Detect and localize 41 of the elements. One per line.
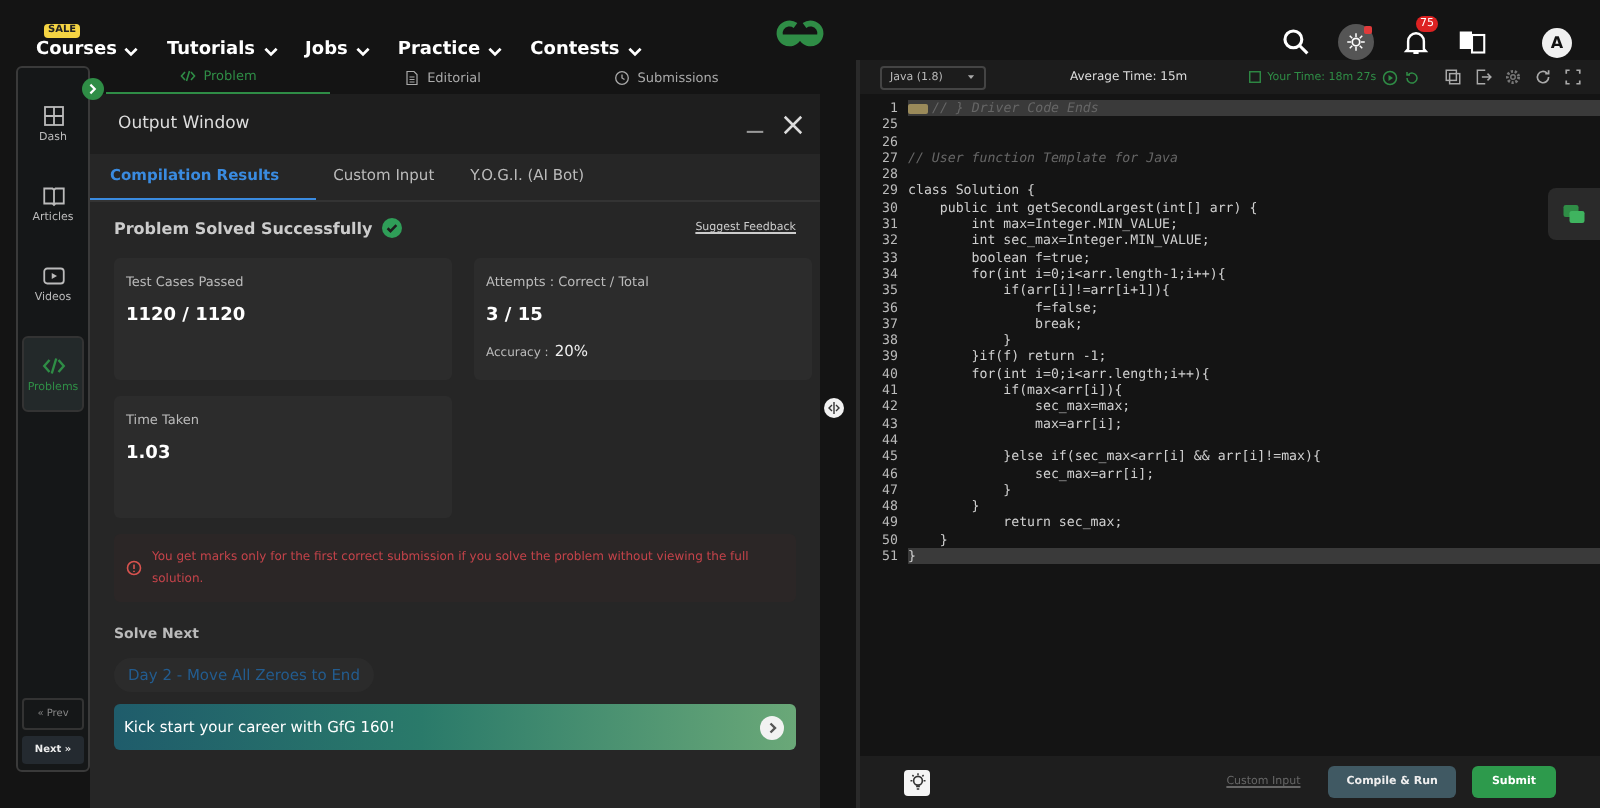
card-value: 3 / 15: [486, 306, 545, 326]
status-heading: Problem Solved Successfully: [114, 219, 373, 237]
reset-timer-icon[interactable]: [1404, 69, 1421, 85]
chevron-right-circle-icon: [760, 715, 784, 739]
check-circle-icon: [382, 218, 403, 238]
avatar[interactable]: A: [1542, 27, 1572, 57]
clock-icon: [613, 69, 630, 85]
fullscreen-icon[interactable]: [1564, 68, 1583, 86]
refresh-icon[interactable]: [1534, 68, 1553, 86]
caret-icon: [966, 72, 976, 82]
document-icon: [403, 69, 420, 85]
play-icon[interactable]: [1382, 69, 1399, 85]
card-value: 1120 / 1120: [126, 306, 248, 326]
code-icon: [41, 354, 65, 378]
export-icon[interactable]: [1474, 68, 1493, 86]
nav-menu-item[interactable]: Practice: [397, 24, 505, 60]
gear-icon[interactable]: [1504, 68, 1523, 86]
book-icon: [41, 184, 65, 208]
search-icon[interactable]: [1282, 28, 1310, 56]
card-value: 1.03: [126, 444, 173, 464]
chat-icon: [1562, 202, 1586, 226]
video-icon: [41, 264, 65, 288]
resize-arrows-icon: [826, 400, 842, 416]
chat-button[interactable]: [1548, 188, 1600, 240]
chevron-right-icon: [86, 82, 100, 96]
hint-bulb-button[interactable]: [904, 769, 930, 795]
close-icon[interactable]: [782, 113, 804, 135]
nav-menu-item[interactable]: Jobs: [305, 24, 372, 60]
fold-marker-icon[interactable]: [908, 103, 928, 114]
copy-icon[interactable]: [1444, 68, 1463, 86]
theme-toggle-button[interactable]: [1338, 24, 1374, 60]
nav-menu-item[interactable]: Contests: [530, 24, 644, 60]
dashboard-icon: [41, 104, 65, 128]
bulb-icon: [907, 772, 927, 792]
info-circle-icon: [126, 560, 142, 576]
resize-handle[interactable]: [824, 398, 844, 418]
nav-menu-item[interactable]: Tutorials: [166, 24, 280, 60]
code-icon: [179, 68, 196, 84]
window-title: Output Window: [118, 114, 250, 134]
sun-icon: [1346, 32, 1366, 52]
bell-icon[interactable]: [1402, 28, 1430, 56]
